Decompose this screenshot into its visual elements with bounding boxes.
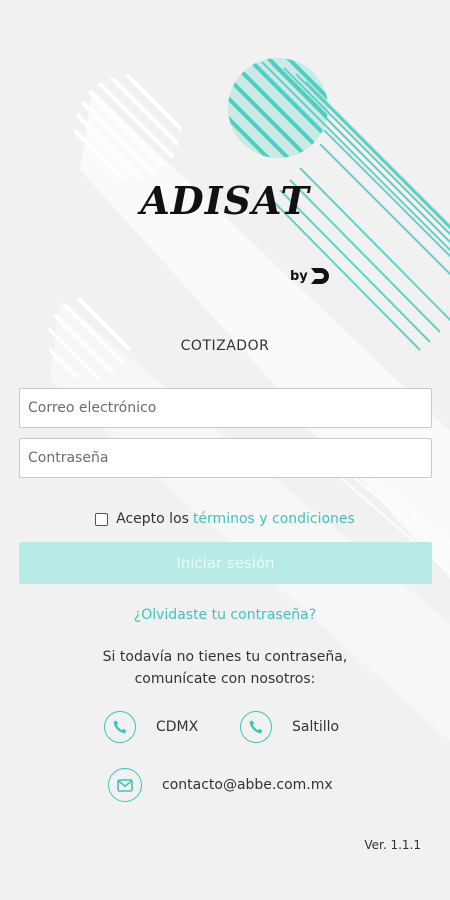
phone-icon bbox=[104, 711, 136, 743]
info-line-1: Si todavía no tienes tu contraseña, bbox=[102, 649, 348, 665]
login-button[interactable]: Iniciar sesión bbox=[19, 542, 432, 584]
contact-saltillo-label: Saltillo bbox=[292, 719, 340, 735]
phone-icon bbox=[240, 711, 272, 743]
by-label: by bbox=[290, 268, 308, 284]
abbe-logo-icon bbox=[310, 268, 329, 284]
mail-icon bbox=[108, 768, 142, 802]
app-version: Ver. 1.1.1 bbox=[364, 838, 421, 852]
contact-info-text: Si todavía no tienes tu contraseña, comu… bbox=[0, 646, 450, 690]
login-screen: ADISAT by COTIZADOR Acepto los términos … bbox=[0, 0, 450, 900]
contact-email-label: contacto@abbe.com.mx bbox=[162, 777, 333, 793]
email-field[interactable] bbox=[19, 388, 432, 428]
forgot-password-link[interactable]: ¿Olvidaste tu contraseña? bbox=[0, 607, 450, 623]
terms-row: Acepto los términos y condiciones bbox=[0, 511, 450, 527]
terms-checkbox[interactable] bbox=[95, 512, 109, 526]
app-logo: ADISAT bbox=[140, 178, 310, 223]
terms-link[interactable]: términos y condiciones bbox=[193, 511, 355, 527]
by-brand: by bbox=[290, 266, 330, 286]
contact-email[interactable]: contacto@abbe.com.mx bbox=[108, 768, 333, 802]
contact-saltillo[interactable]: Saltillo bbox=[240, 711, 339, 743]
info-line-2: comunícate con nosotros: bbox=[134, 671, 316, 687]
password-field[interactable] bbox=[19, 438, 432, 478]
terms-prefix: Acepto los bbox=[116, 511, 189, 527]
page-subtitle: COTIZADOR bbox=[180, 338, 270, 354]
contact-cdmx[interactable]: CDMX bbox=[104, 711, 198, 743]
contact-cdmx-label: CDMX bbox=[156, 719, 199, 735]
